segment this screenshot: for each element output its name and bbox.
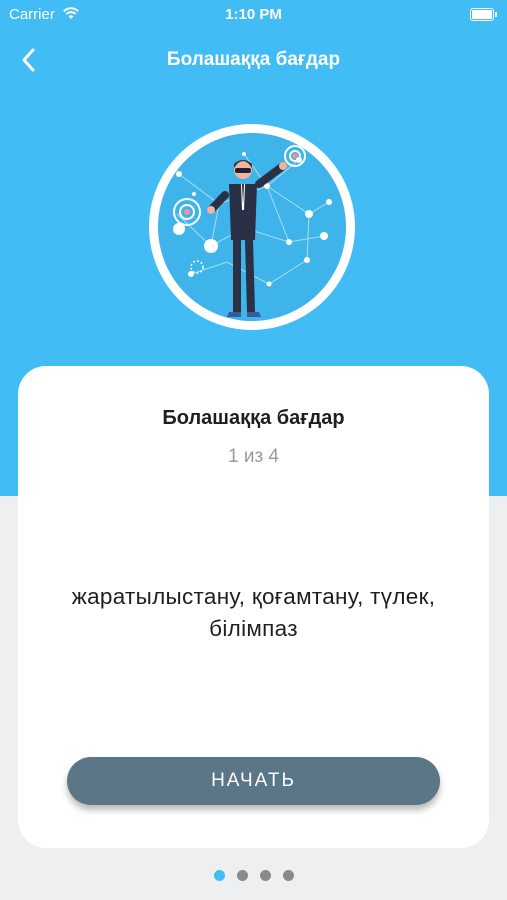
keywords-text: жаратылыстану, қоғамтану, түлек, білімпа… [71,584,436,641]
quiz-card: Болашаққа бағдар 1 из 4 жаратылыстану, қ… [18,366,489,848]
page-dot-3[interactable] [259,870,271,881]
career-illustration [149,124,355,330]
page-dot-2[interactable] [236,870,248,881]
page-dot-1[interactable] [213,870,225,881]
battery-icon [470,8,497,21]
clock: 1:10 PM [225,6,282,23]
progress-indicator: 1 из 4 [227,446,280,467]
page-dot-4[interactable] [282,870,294,881]
card-title: Болашаққа бағдар [162,407,345,429]
navigation-bar: Болашаққа бағдар [0,40,507,80]
start-button[interactable]: НАЧАТЬ [67,757,440,805]
page-indicator [0,870,507,881]
status-bar: Carrier 1:10 PM [0,0,507,30]
page-title: Болашаққа бағдар [166,49,341,70]
